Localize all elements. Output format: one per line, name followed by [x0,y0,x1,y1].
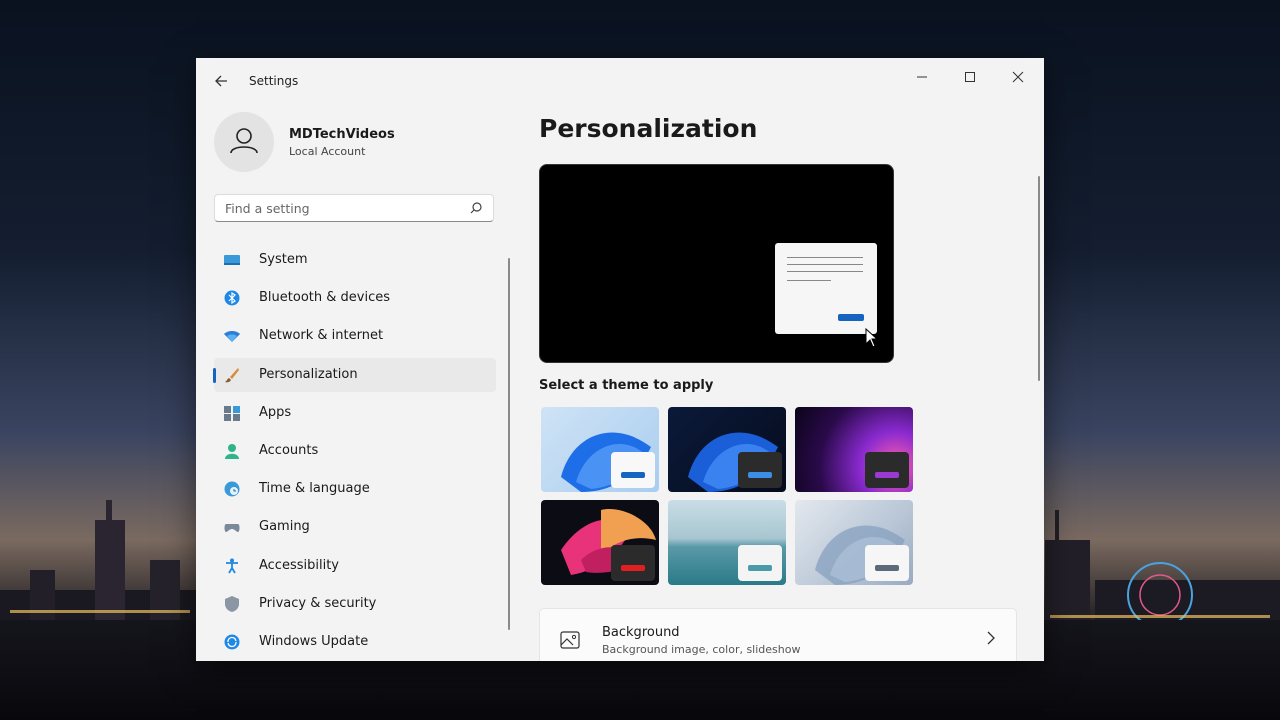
back-arrow-icon [215,75,227,87]
person-icon [225,443,239,459]
close-button[interactable] [996,64,1040,94]
person-icon [230,128,258,154]
sidebar-item-label: Apps [259,404,292,420]
sidebar-item-label: Bluetooth & devices [259,290,390,306]
preview-dialog [775,243,877,334]
theme-captured-motion[interactable] [541,500,659,585]
sidebar-item-accessibility[interactable]: Accessibility [214,549,496,583]
sidebar-item-label: Accessibility [259,557,339,573]
theme-sunrise[interactable] [668,500,786,585]
theme-accent-bar [748,565,772,571]
sidebar-scrollbar[interactable] [508,258,510,630]
preview-text-line [787,280,831,281]
theme-preview [539,164,894,363]
content-scrollbar[interactable] [1038,176,1040,381]
sidebar-item-label: Gaming [259,519,310,535]
sidebar-item-label: Accounts [259,442,319,458]
sidebar-item-network[interactable]: Network & internet [214,319,496,353]
bluetooth-icon [224,290,240,306]
theme-windows-light[interactable] [541,407,659,492]
sidebar-item-label: Windows Update [259,633,369,649]
sidebar-item-label: Privacy & security [259,595,377,611]
close-icon [1012,71,1024,83]
cursor-icon [865,328,879,348]
theme-sample-window [611,452,655,488]
theme-flow[interactable] [795,500,913,585]
theme-glow[interactable] [795,407,913,492]
profile-account-type: Local Account [289,145,366,158]
chevron-right-icon [986,631,996,649]
sidebar-item-personalization[interactable]: Personalization [213,357,496,392]
theme-windows-dark[interactable] [668,407,786,492]
themes-section-label: Select a theme to apply [539,378,714,393]
accessibility-icon [226,558,238,573]
sidebar-item-privacy-security[interactable]: Privacy & security [214,587,496,621]
sidebar-item-apps[interactable]: Apps [214,396,496,430]
theme-accent-bar [875,565,899,571]
globe-clock-icon [224,481,240,497]
sidebar-item-label: Personalization [259,366,358,382]
preview-text-line [787,257,863,258]
sidebar-nav: System Bluetooth & devices Network & int… [213,243,496,661]
card-title: Background [602,625,680,640]
sidebar-item-label: System [259,252,308,267]
brush-icon [225,367,239,382]
sidebar-item-time-language[interactable]: Time & language [214,472,496,506]
apps-icon [224,405,240,421]
theme-sample-window [865,545,909,581]
maximize-icon [965,72,975,82]
sidebar-item-system[interactable]: System [214,243,496,277]
page-title: Personalization [539,114,758,143]
search-icon[interactable] [469,201,483,215]
theme-accent-bar [748,472,772,478]
search-input[interactable] [215,195,460,221]
preview-text-line [787,264,863,265]
settings-window: Settings MDTechVideos Local Account S [196,58,1044,661]
search-box [214,194,494,222]
theme-accent-bar [621,472,645,478]
profile-name: MDTechVideos [289,127,395,142]
sidebar-item-bluetooth[interactable]: Bluetooth & devices [214,281,496,315]
sidebar-item-windows-update[interactable]: Windows Update [214,625,496,659]
minimize-icon [917,76,927,78]
sidebar-item-label: Network & internet [259,328,384,344]
maximize-button[interactable] [948,64,992,94]
monitor-icon [224,255,240,265]
shield-icon [225,595,239,612]
preview-text-line [787,271,863,272]
gamepad-icon [224,524,240,533]
theme-sample-window [738,545,782,581]
sidebar-item-gaming[interactable]: Gaming [214,510,496,544]
card-subtitle: Background image, color, slideshow [602,643,801,656]
theme-accent-bar [621,565,645,571]
avatar[interactable] [214,112,274,172]
background-settings-card[interactable]: Background Background image, color, slid… [539,608,1017,661]
image-icon [560,631,580,649]
sidebar-item-accounts[interactable]: Accounts [214,434,496,468]
wifi-icon [224,331,240,343]
preview-accent-button [838,314,864,321]
update-icon [224,634,240,650]
theme-sample-window [611,545,655,581]
title-bar: Settings [196,58,1044,104]
back-button[interactable] [210,70,232,92]
theme-sample-window [865,452,909,488]
minimize-button[interactable] [900,64,944,94]
app-title: Settings [249,74,299,88]
theme-accent-bar [875,472,899,478]
selection-indicator [213,367,216,383]
sidebar-item-label: Time & language [259,481,370,497]
theme-sample-window [738,452,782,488]
